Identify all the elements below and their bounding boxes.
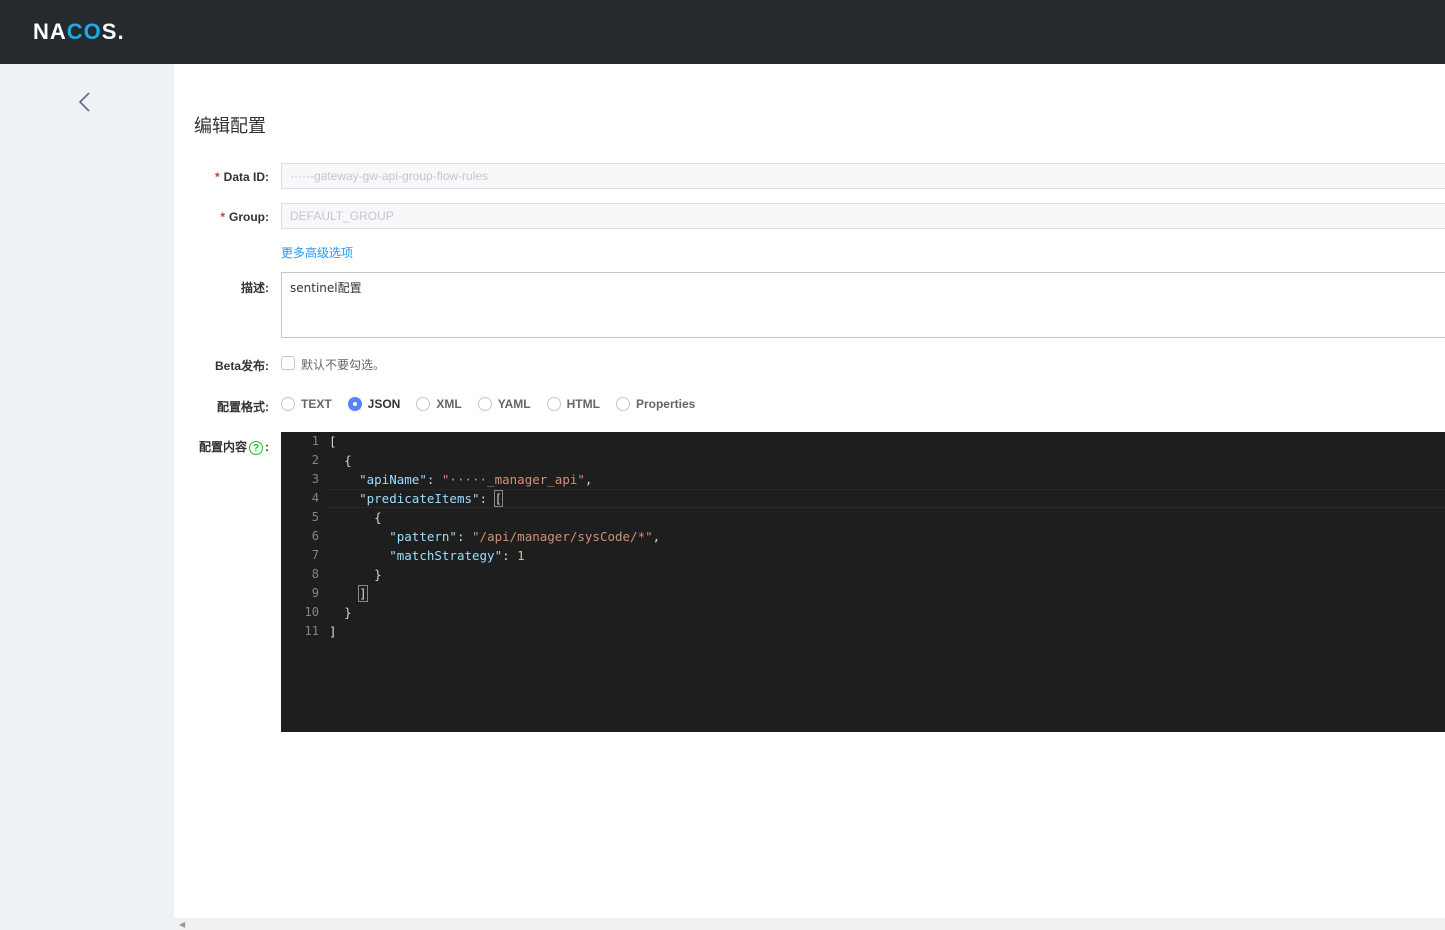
radio-label: XML bbox=[436, 397, 462, 411]
content-label: 配置内容?: bbox=[199, 438, 269, 455]
group-label-text: Group: bbox=[229, 210, 269, 224]
content-label-colon: : bbox=[265, 440, 269, 454]
code-line: } bbox=[329, 565, 660, 584]
code-token: "predicateItems" bbox=[359, 491, 480, 506]
logo-text-mid: CO bbox=[66, 19, 102, 44]
code-token: , bbox=[652, 529, 661, 544]
code-token: : bbox=[426, 472, 442, 487]
line-number: 6 bbox=[311, 529, 319, 543]
format-radio-text[interactable]: TEXT bbox=[281, 397, 332, 411]
code-token: "pattern" bbox=[389, 529, 457, 544]
code-token: "matchStrategy" bbox=[389, 548, 503, 563]
beta-checkbox-text: 默认不要勾选。 bbox=[301, 358, 386, 372]
back-chevron-icon[interactable] bbox=[76, 90, 96, 114]
code-token: [ bbox=[329, 434, 337, 449]
code-token: 1 bbox=[517, 548, 525, 563]
code-line: "predicateItems": [ bbox=[329, 489, 660, 508]
code-line: "pattern": "/api/manager/sysCode/*", bbox=[329, 527, 660, 546]
code-token: ] bbox=[329, 624, 337, 639]
code-token: [ bbox=[493, 490, 504, 507]
code-line: "matchStrategy": 1 bbox=[329, 546, 660, 565]
radio-circle-icon bbox=[281, 397, 295, 411]
line-number: 10 bbox=[304, 605, 319, 619]
code-token: , bbox=[584, 472, 593, 487]
line-number: 3 bbox=[311, 472, 319, 486]
logo-text-end: S. bbox=[101, 19, 125, 44]
line-number: 9 bbox=[311, 586, 319, 600]
line-number: 11 bbox=[304, 624, 319, 638]
data-id-label-text: Data ID: bbox=[223, 170, 269, 184]
code-token: : bbox=[502, 548, 518, 563]
nacos-logo[interactable]: NACOS. bbox=[33, 19, 125, 45]
radio-label: YAML bbox=[497, 397, 531, 411]
radio-label: JSON bbox=[367, 397, 401, 411]
top-header: NACOS. bbox=[0, 0, 1445, 64]
main-content: 编辑配置 * Data ID: ·····-gateway-gw-api-grou… bbox=[174, 64, 1445, 918]
code-token: { bbox=[374, 510, 382, 525]
code-token: { bbox=[344, 453, 352, 468]
scroll-left-icon[interactable]: ◀ bbox=[179, 920, 185, 929]
line-number: 2 bbox=[311, 453, 319, 467]
radio-circle-icon bbox=[477, 397, 492, 411]
code-token: } bbox=[344, 605, 352, 620]
code-content[interactable]: [ { "apiName": "·····_manager_api", "pre… bbox=[329, 432, 660, 641]
required-marker: * bbox=[220, 210, 225, 224]
format-radio-json[interactable]: JSON bbox=[347, 397, 401, 411]
radio-label: Properties bbox=[635, 397, 696, 411]
code-token: ] bbox=[358, 585, 368, 602]
content-label-text: 配置内容 bbox=[198, 440, 247, 454]
code-line: { bbox=[329, 508, 660, 527]
beta-label: Beta发布: bbox=[214, 359, 269, 373]
code-editor[interactable]: 1 2 3 4 5 6 7 8 9 10 11 [ { "apiName": "·····_mana… bbox=[281, 432, 1445, 732]
code-line: ] bbox=[329, 622, 660, 641]
code-line: [ bbox=[329, 432, 660, 451]
line-number: 7 bbox=[311, 548, 319, 562]
line-number: 8 bbox=[311, 567, 319, 581]
code-token: "apiName" bbox=[359, 472, 427, 487]
format-radio-xml[interactable]: XML bbox=[416, 397, 462, 411]
format-label: 配置格式: bbox=[217, 400, 269, 414]
radio-label: HTML bbox=[566, 397, 600, 411]
horizontal-scrollbar[interactable]: ◀ bbox=[174, 918, 1445, 930]
advanced-options-link[interactable]: 更多高级选项 bbox=[281, 244, 353, 261]
format-radio-yaml[interactable]: YAML bbox=[477, 397, 531, 411]
code-token: "/api/manager/sysCode/*" bbox=[472, 529, 653, 544]
code-line: ] bbox=[329, 584, 660, 603]
data-id-label: * Data ID: bbox=[215, 170, 269, 184]
line-number: 1 bbox=[311, 434, 319, 448]
beta-checkbox[interactable] bbox=[281, 356, 295, 370]
radio-label: TEXT bbox=[301, 397, 332, 411]
radio-circle-icon bbox=[546, 397, 561, 411]
page-title: 编辑配置 bbox=[194, 116, 266, 137]
sidebar bbox=[0, 64, 174, 930]
group-label: * Group: bbox=[220, 210, 269, 224]
code-token: } bbox=[374, 567, 382, 582]
format-radio-html[interactable]: HTML bbox=[546, 397, 600, 411]
radio-circle-icon bbox=[347, 397, 362, 411]
required-marker: * bbox=[214, 170, 220, 184]
format-radio-properties[interactable]: Properties bbox=[615, 397, 696, 411]
radio-circle-icon bbox=[416, 397, 431, 411]
logo-text-start: NA bbox=[33, 19, 67, 44]
group-field[interactable]: DEFAULT_GROUP bbox=[281, 203, 1445, 229]
help-icon[interactable]: ? bbox=[249, 440, 263, 455]
code-token: "·····_manager_api" bbox=[441, 472, 585, 487]
code-token: : bbox=[479, 491, 495, 506]
code-line: { bbox=[329, 451, 660, 470]
line-number: 5 bbox=[311, 510, 319, 524]
code-line: "apiName": "·····_manager_api", bbox=[329, 470, 660, 489]
description-label: 描述: bbox=[241, 281, 269, 295]
radio-circle-icon bbox=[615, 397, 630, 411]
description-textarea[interactable]: sentinel配置 bbox=[281, 272, 1445, 338]
code-token: : bbox=[456, 529, 473, 544]
line-number: 4 bbox=[311, 491, 319, 505]
line-number-gutter: 1 2 3 4 5 6 7 8 9 10 11 bbox=[281, 432, 325, 641]
format-radio-group: TEXT JSON XML YAML HTML Properties bbox=[281, 397, 711, 411]
code-line: } bbox=[329, 603, 660, 622]
data-id-field[interactable]: ·····-gateway-gw-api-group-flow-rules bbox=[281, 163, 1445, 189]
